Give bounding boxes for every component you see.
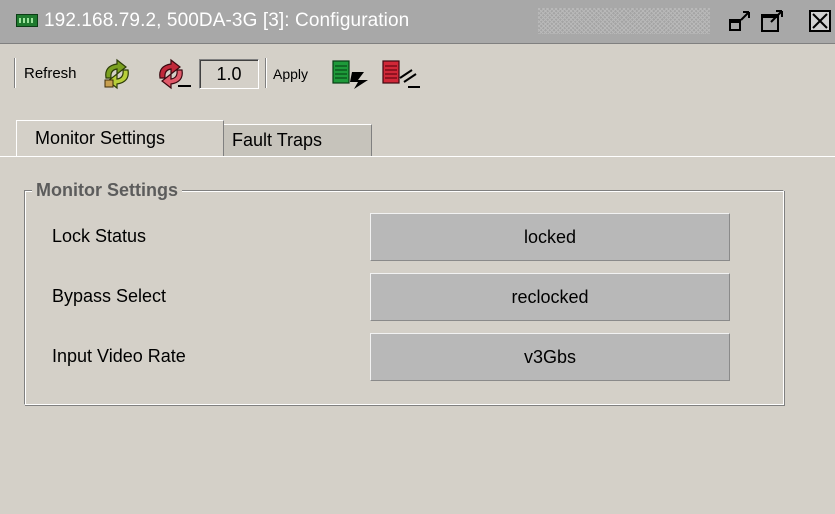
- refresh-button[interactable]: Refresh: [24, 65, 77, 82]
- group-title: Monitor Settings: [32, 180, 182, 201]
- bypass-select-label: Bypass Select: [52, 286, 167, 306]
- maximize-icon[interactable]: [760, 9, 784, 33]
- window-title: 192.168.79.2, 500DA-3G [3]: Configuratio…: [44, 10, 410, 31]
- apply-red-icon[interactable]: [380, 58, 422, 90]
- refresh-green-icon[interactable]: [100, 58, 134, 90]
- refresh-red-icon[interactable]: [154, 58, 194, 90]
- toolbar-separator: [265, 58, 267, 88]
- window-titlebar[interactable]: 192.168.79.2, 500DA-3G [3]: Configuratio…: [0, 0, 835, 44]
- bypass-select-value: reclocked: [370, 273, 730, 321]
- tab-fault-traps[interactable]: Fault Traps: [222, 124, 372, 156]
- input-video-rate-value: v3Gbs: [370, 333, 730, 381]
- close-icon[interactable]: [808, 9, 832, 33]
- tab-monitor-settings[interactable]: Monitor Settings: [16, 120, 224, 156]
- apply-button[interactable]: Apply: [273, 66, 308, 82]
- lock-status-label: Lock Status: [52, 226, 147, 246]
- toolbar: Refresh 1.0 Apply: [0, 54, 835, 94]
- undock-icon[interactable]: [728, 9, 752, 33]
- tab-divider: [0, 156, 835, 157]
- apply-green-icon[interactable]: [330, 58, 370, 90]
- titlebar-drag-area[interactable]: [538, 8, 710, 34]
- input-video-rate-label: Input Video Rate: [52, 346, 186, 366]
- toolbar-grip: [14, 58, 16, 88]
- lock-status-value: locked: [370, 213, 730, 261]
- zoom-field[interactable]: 1.0: [199, 59, 259, 89]
- card-chip-icon: [16, 14, 38, 27]
